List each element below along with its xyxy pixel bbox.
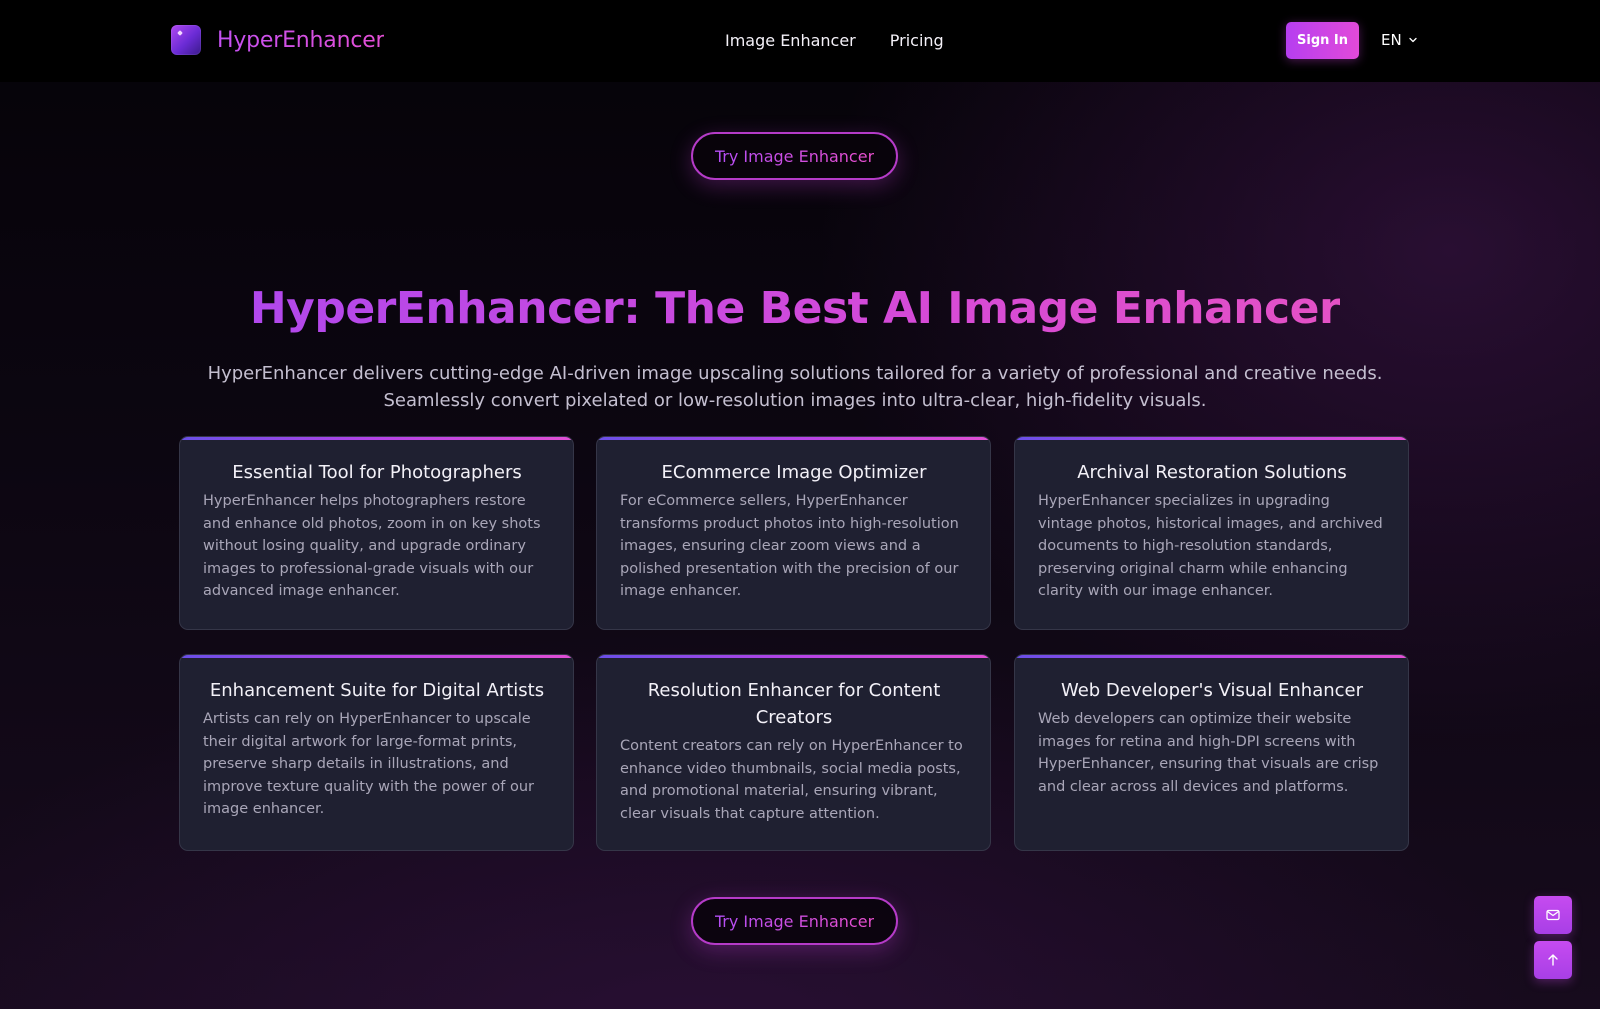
card-body: For eCommerce sellers, HyperEnhancer tra… <box>620 493 959 600</box>
card-title: Essential Tool for Photographers <box>232 462 522 483</box>
card-body: Content creators can rely on HyperEnhanc… <box>620 738 963 822</box>
try-image-enhancer-button-bottom[interactable]: Try Image Enhancer <box>691 897 898 945</box>
feature-card: Resolution Enhancer for Content Creators… <box>596 654 991 851</box>
card-title: Enhancement Suite for Digital Artists <box>209 680 545 701</box>
feature-card: ECommerce Image Optimizer For eCommerce … <box>596 436 991 630</box>
feature-card: Essential Tool for Photographers HyperEn… <box>179 436 574 630</box>
card-title: Web Developer's Visual Enhancer <box>1060 680 1364 701</box>
card-body: HyperEnhancer specializes in upgrading v… <box>1038 493 1383 600</box>
mail-icon <box>1546 909 1560 921</box>
sign-in-button[interactable]: Sign In <box>1286 22 1359 59</box>
page-title: HyperEnhancer: The Best AI Image Enhance… <box>249 283 1341 334</box>
language-selector[interactable]: EN <box>1381 31 1418 49</box>
language-label: EN <box>1381 31 1402 49</box>
card-title: Archival Restoration Solutions <box>1077 462 1347 483</box>
logo-icon <box>171 25 201 55</box>
feature-card: Enhancement Suite for Digital Artists Ar… <box>179 654 574 851</box>
brand-logo[interactable]: HyperEnhancer <box>171 25 385 55</box>
brand-name: HyperEnhancer <box>217 27 385 53</box>
feature-card: Web Developer's Visual Enhancer Web deve… <box>1014 654 1409 851</box>
scroll-to-top-button[interactable] <box>1534 941 1572 979</box>
contact-mail-button[interactable] <box>1534 896 1572 934</box>
nav-item-image-enhancer[interactable]: Image Enhancer <box>725 31 856 50</box>
nav-item-pricing[interactable]: Pricing <box>890 31 944 50</box>
arrow-up-icon <box>1548 954 1558 966</box>
card-body: HyperEnhancer helps photographers restor… <box>203 493 541 600</box>
card-title: Resolution Enhancer for Content Creators <box>647 680 941 728</box>
cta-label: Try Image Enhancer <box>714 146 875 166</box>
card-body: Artists can rely on HyperEnhancer to ups… <box>203 711 534 818</box>
chevron-down-icon <box>1409 37 1417 43</box>
card-title: ECommerce Image Optimizer <box>661 462 927 483</box>
site-header: HyperEnhancer Image Enhancer Pricing Sig… <box>0 0 1600 82</box>
feature-card: Archival Restoration Solutions HyperEnha… <box>1014 436 1409 630</box>
cta-label: Try Image Enhancer <box>714 911 875 931</box>
try-image-enhancer-button-top[interactable]: Try Image Enhancer <box>691 132 898 180</box>
card-body: Web developers can optimize their websit… <box>1038 711 1379 795</box>
main-nav: Image Enhancer Pricing <box>725 31 944 50</box>
page-subtitle: HyperEnhancer delivers cutting-edge AI-d… <box>207 363 1383 411</box>
